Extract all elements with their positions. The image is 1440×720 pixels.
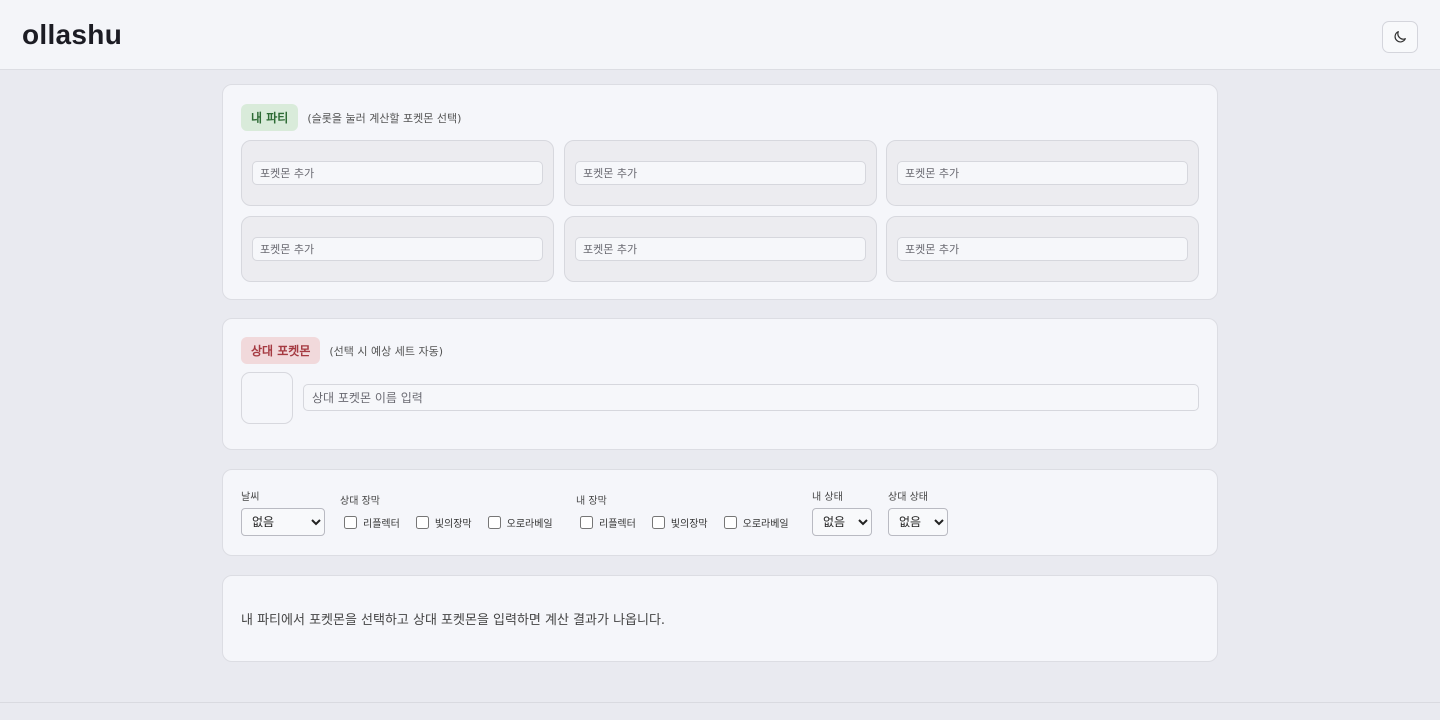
opp-light-screen-checkbox[interactable]: 빛의장막	[412, 515, 472, 530]
opponent-title-badge: 상대 포켓몬	[241, 337, 321, 364]
checkbox[interactable]	[580, 516, 593, 529]
my-status-label: 내 상태	[812, 492, 843, 503]
party-slot-1[interactable]	[241, 140, 554, 206]
party-slot-2[interactable]	[564, 140, 877, 206]
party-slot-input[interactable]	[252, 237, 543, 261]
opponent-sprite-placeholder	[241, 372, 293, 424]
my-screens-group: 내 장막 리플렉터 빛의장막 오로라베일	[576, 488, 801, 530]
checkbox[interactable]	[344, 516, 357, 529]
opponent-name-input[interactable]	[303, 384, 1199, 411]
my-status-select[interactable]: 없음	[812, 508, 872, 536]
party-header: 내 파티 (슬롯을 눌러 계산할 포켓몬 선택)	[241, 104, 461, 131]
party-card: 내 파티 (슬롯을 눌러 계산할 포켓몬 선택)	[222, 84, 1218, 300]
brand-logo[interactable]: ollashu	[22, 19, 122, 51]
my-status-group: 내 상태 없음	[812, 488, 872, 536]
checkbox[interactable]	[415, 516, 429, 529]
weather-group: 날씨 없음	[241, 488, 325, 536]
opp-aurora-veil-checkbox[interactable]: 오로라베일	[484, 515, 553, 530]
weather-select[interactable]: 없음	[241, 508, 325, 536]
my-screens-label: 내 장막	[576, 496, 607, 507]
my-aurora-veil-checkbox[interactable]: 오로라베일	[720, 515, 789, 530]
party-slot-input[interactable]	[575, 237, 866, 261]
result-card: 내 파티에서 포켓몬을 선택하고 상대 포켓몬을 입력하면 계산 결과가 나옵니…	[222, 575, 1218, 662]
opponent-screens-label: 상대 장막	[340, 496, 380, 507]
party-slot-4[interactable]	[241, 216, 554, 282]
party-slot-input[interactable]	[575, 161, 866, 185]
party-slot-input[interactable]	[897, 237, 1188, 261]
footer-divider	[0, 702, 1440, 703]
conditions-card: 날씨 없음 상대 장막 리플렉터 빛의장막 오로라베일 내 장막 리플렉터 빛의…	[222, 469, 1218, 556]
theme-toggle-button[interactable]	[1382, 21, 1418, 53]
opponent-screens-group: 상대 장막 리플렉터 빛의장막 오로라베일	[340, 488, 565, 530]
opp-reflect-checkbox[interactable]: 리플렉터	[340, 515, 400, 530]
opponent-status-select[interactable]: 없음	[888, 508, 948, 536]
opponent-status-group: 상대 상태 없음	[888, 488, 948, 536]
opponent-status-label: 상대 상태	[888, 492, 928, 503]
party-slot-input[interactable]	[897, 161, 1188, 185]
moon-icon	[1394, 31, 1406, 43]
my-reflect-checkbox[interactable]: 리플렉터	[576, 515, 636, 530]
my-light-screen-checkbox[interactable]: 빛의장막	[648, 515, 708, 530]
checkbox[interactable]	[651, 516, 665, 529]
party-title-badge: 내 파티	[241, 104, 299, 131]
party-slot-5[interactable]	[564, 216, 877, 282]
weather-label: 날씨	[241, 492, 260, 503]
party-slot-6[interactable]	[886, 216, 1199, 282]
opponent-hint: (선택 시 예상 세트 자동)	[329, 344, 444, 358]
party-slot-3[interactable]	[886, 140, 1199, 206]
checkbox[interactable]	[723, 516, 737, 529]
checkbox[interactable]	[487, 516, 501, 529]
top-bar: ollashu	[0, 0, 1440, 70]
party-slot-input[interactable]	[252, 161, 543, 185]
result-message: 내 파티에서 포켓몬을 선택하고 상대 포켓몬을 입력하면 계산 결과가 나옵니…	[241, 613, 666, 628]
opponent-header: 상대 포켓몬 (선택 시 예상 세트 자동)	[241, 337, 443, 364]
opponent-card: 상대 포켓몬 (선택 시 예상 세트 자동)	[222, 318, 1218, 450]
party-hint: (슬롯을 눌러 계산할 포켓몬 선택)	[307, 111, 462, 125]
